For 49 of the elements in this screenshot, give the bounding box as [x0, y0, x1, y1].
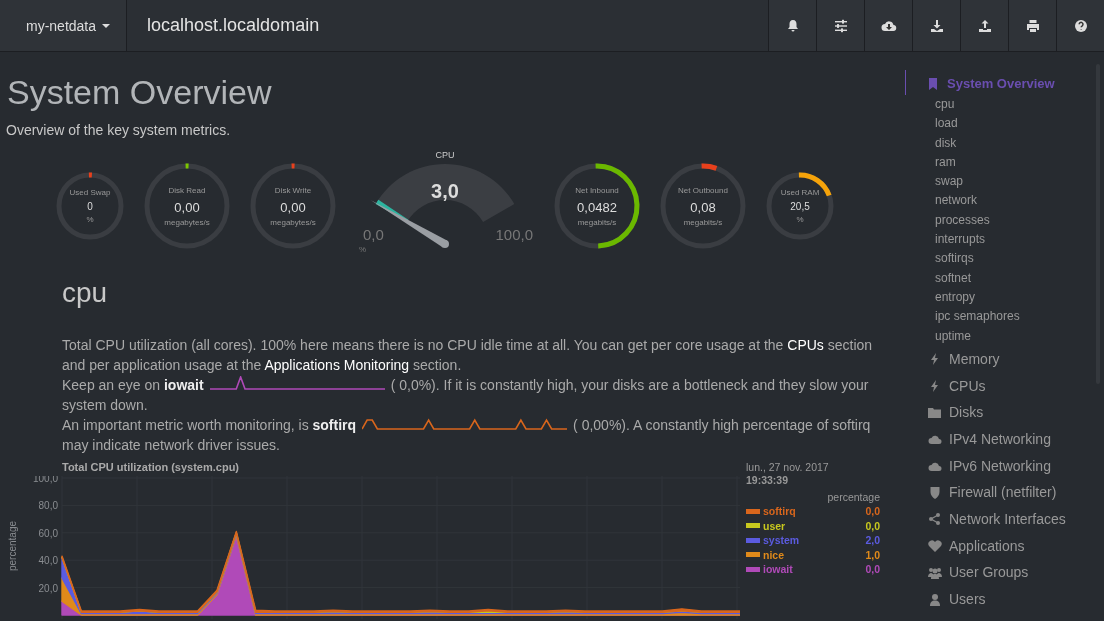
gauge-max-label: 100,0	[495, 226, 533, 243]
gauge-title: Used Swap	[69, 188, 111, 197]
y-tick-label: 20,0	[38, 582, 59, 594]
chart-title: Total CPU utilization (system.cpu)	[62, 461, 241, 473]
host-name: localhost.localdomain	[147, 15, 320, 36]
gauge-title: CPU	[434, 150, 456, 160]
gauge-min-label: 0,0	[363, 226, 384, 243]
gauge-title: Disk Read	[168, 185, 206, 195]
gauge-title: Net Outbound	[678, 185, 728, 195]
gauge-value: 0,08	[690, 199, 716, 215]
y-tick-label: 40,0	[38, 555, 59, 567]
legend-date: lun., 27 nov. 2017	[746, 461, 830, 474]
legend-name: iowait	[763, 562, 793, 577]
gauge-value: 20,5	[790, 201, 810, 212]
gauge-unit: %	[359, 245, 367, 254]
y-tick-label: 60,0	[38, 527, 59, 539]
y-tick-label: 80,0	[38, 500, 59, 512]
gauge-unit: %	[796, 215, 804, 224]
gauge-value: 0,0482	[577, 199, 617, 215]
legend-value: 0,0	[865, 562, 880, 577]
legend-value: 1,0	[865, 547, 880, 562]
gauge-unit: megabytes/s	[164, 217, 210, 227]
gauge-value: 3,0	[430, 180, 460, 203]
gauge-title: Used RAM	[780, 188, 820, 197]
gauge-unit: megabytes/s	[270, 217, 316, 227]
description-text: An important metric worth monitoring, is softirq ( 0,00%). A constantly high percentage of softirq may indicate network driver issues.	[62, 415, 872, 455]
gauge-value: 0,00	[280, 199, 306, 215]
legend-time: 19:33:39	[746, 474, 790, 487]
legend-value: 2,0	[865, 533, 880, 548]
gauge-unit: megabits/s	[683, 217, 723, 227]
gauge-unit: megabits/s	[577, 217, 617, 227]
legend-value: 0,0	[865, 518, 880, 533]
description-text: Total CPU utilization (all cores). 100% here means there is no CPU idle time at all. You can get per core usage at the CPUs section and per application usage at the Applications Monitoring section.	[62, 336, 874, 375]
legend-name: softirq	[763, 504, 796, 519]
legend-name: user	[763, 518, 786, 533]
gauge-value: 0	[87, 201, 93, 212]
legend-name: system	[763, 533, 800, 548]
section-title: cpu	[62, 276, 109, 310]
description-text: Keep an eye on iowait ( 0,0%). If it is constantly high, your disks are a bottleneck and they slow your system down.	[62, 375, 870, 415]
gauge-title: Net Inbound	[575, 185, 619, 195]
page-title: System Overview	[7, 72, 273, 112]
legend-name: nice	[763, 547, 784, 562]
legend-value: 0,0	[865, 504, 880, 519]
gauge-value: 0,00	[174, 199, 200, 215]
legend-units: percentage	[827, 491, 880, 503]
page-subtitle: Overview of the key system metrics.	[6, 122, 232, 138]
gauge-unit: %	[86, 215, 94, 224]
gauge-title: Disk Write	[274, 185, 312, 195]
y-axis-title: percentage	[7, 520, 18, 572]
